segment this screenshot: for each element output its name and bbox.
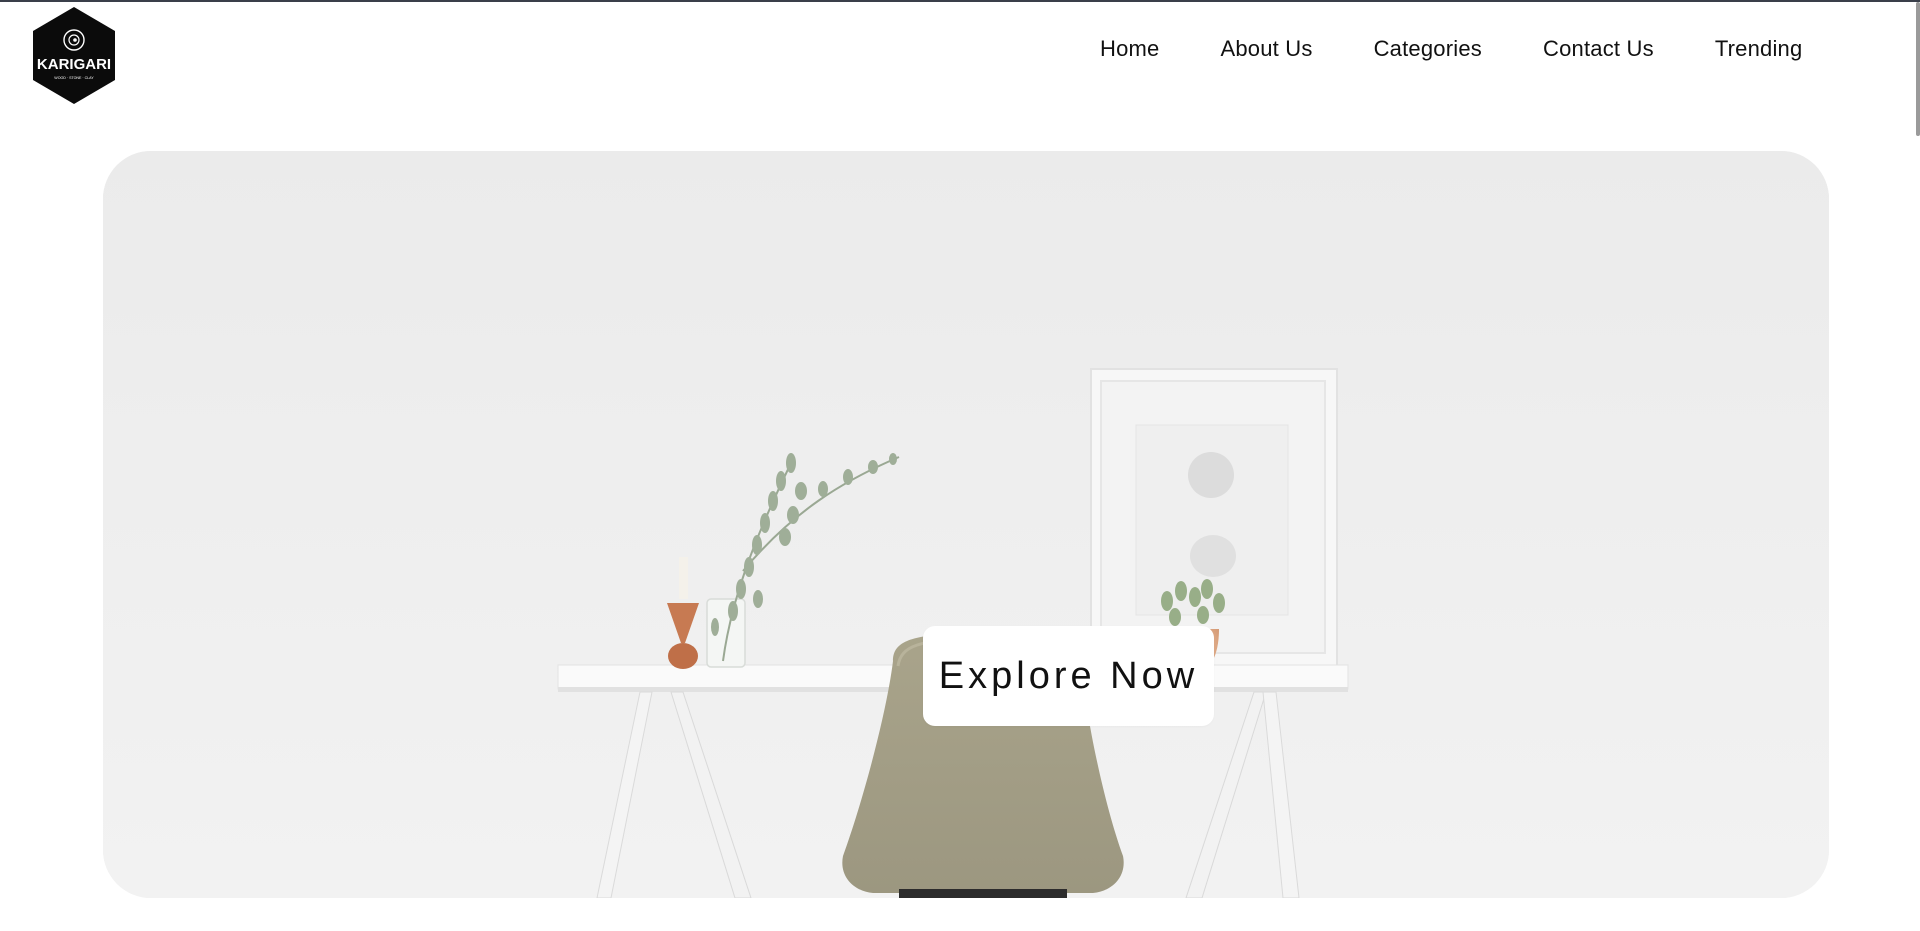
main-nav: Home About Us Categories Contact Us Tren…	[1100, 33, 1802, 65]
nav-contact-us[interactable]: Contact Us	[1543, 36, 1654, 62]
nav-home[interactable]: Home	[1100, 36, 1160, 62]
nav-trending[interactable]: Trending	[1715, 36, 1803, 62]
brand-name: KARIGARI	[37, 56, 111, 73]
site-header: KARIGARI WOOD · STONE · CLAY Home About …	[0, 0, 1920, 110]
picture-frame	[1090, 368, 1338, 668]
brand-tagline: WOOD · STONE · CLAY	[54, 76, 94, 80]
nav-categories[interactable]: Categories	[1374, 36, 1482, 62]
hero-image	[103, 151, 1829, 898]
explore-now-button[interactable]: Explore Now	[923, 626, 1214, 726]
brand-logo[interactable]: KARIGARI WOOD · STONE · CLAY	[31, 6, 117, 105]
nav-about-us[interactable]: About Us	[1221, 36, 1313, 62]
hero-banner: Explore Now	[103, 151, 1829, 898]
